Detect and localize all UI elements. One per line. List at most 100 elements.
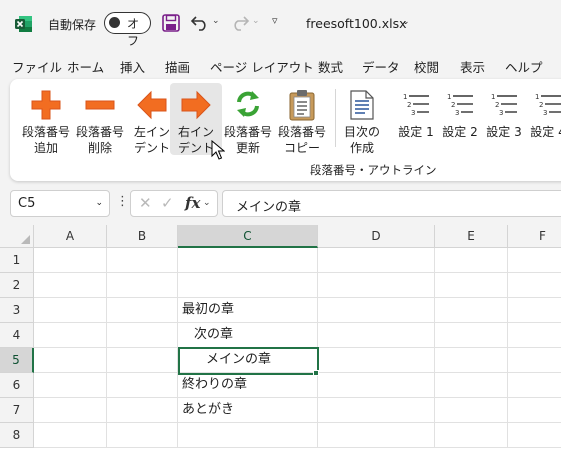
column-header-e[interactable]: E [435, 225, 508, 248]
row-header-4[interactable]: 4 [0, 323, 34, 348]
tab-help[interactable]: ヘルプ [505, 57, 543, 76]
update-paragraph-number-button[interactable]: 段落番号 更新 [222, 83, 274, 155]
grid-cell[interactable] [107, 273, 178, 298]
grid-cell[interactable] [318, 298, 435, 323]
tab-data[interactable]: データ [362, 57, 400, 76]
create-toc-button[interactable]: 目次の 作成 [336, 83, 388, 155]
cell-c3[interactable]: 最初の章 [178, 298, 318, 323]
tab-home[interactable]: ホーム [67, 57, 104, 76]
customize-toolbar-icon[interactable]: ▿ [272, 14, 278, 27]
tab-file[interactable]: ファイル [12, 57, 62, 76]
clipboard-icon [289, 90, 315, 121]
grid-cell[interactable] [318, 423, 435, 448]
grid-cell[interactable] [34, 298, 107, 323]
save-icon[interactable] [162, 14, 180, 32]
grid-cell[interactable] [435, 398, 508, 423]
column-header-b[interactable]: B [107, 225, 178, 248]
name-box[interactable]: C5 ⌄ [10, 190, 110, 217]
grid-cell[interactable] [508, 273, 561, 298]
grid-cell[interactable] [508, 248, 561, 273]
row-header-2[interactable]: 2 [0, 273, 34, 298]
column-header-d[interactable]: D [318, 225, 435, 248]
grid-cell[interactable] [318, 248, 435, 273]
tab-draw[interactable]: 描画 [165, 57, 190, 76]
enter-icon[interactable]: ✓ [161, 194, 174, 212]
insert-function-icon[interactable]: fx [185, 194, 200, 212]
select-all-corner[interactable] [0, 225, 34, 248]
grid-cell[interactable] [178, 248, 318, 273]
grid-cell[interactable] [107, 398, 178, 423]
settings-3-button[interactable]: 1 2 3 設定 3 [482, 83, 526, 155]
grid-cell[interactable] [435, 273, 508, 298]
row-header-8[interactable]: 8 [0, 423, 34, 448]
settings-2-button[interactable]: 1 2 3 設定 2 [438, 83, 482, 155]
settings-1-button[interactable]: 1 2 3 設定 1 [394, 83, 438, 155]
autosave-toggle[interactable]: オフ [104, 12, 151, 48]
add-paragraph-number-button[interactable]: 段落番号 追加 [20, 83, 72, 155]
grid-cell[interactable] [107, 373, 178, 398]
cancel-icon[interactable]: ✕ [139, 194, 152, 212]
copy-paragraph-number-button[interactable]: 段落番号 コピー [276, 83, 328, 155]
grid-cell[interactable] [34, 248, 107, 273]
grid-cell[interactable] [435, 248, 508, 273]
column-header-f[interactable]: F [508, 225, 561, 248]
grid-cell[interactable] [107, 348, 178, 373]
filename-chevron-down-icon[interactable]: ⌄ [402, 17, 410, 27]
grid-cell[interactable] [318, 273, 435, 298]
numbered-list-icon: 1 2 3 [535, 93, 561, 117]
grid-cell[interactable] [34, 273, 107, 298]
filename[interactable]: freesoft100.xlsx [306, 16, 407, 31]
grid-cell[interactable] [34, 398, 107, 423]
grid-cell[interactable] [34, 423, 107, 448]
grid-cell[interactable] [508, 298, 561, 323]
cell-c4[interactable]: 次の章 [178, 323, 318, 348]
grid-cell[interactable] [435, 373, 508, 398]
settings-4-button[interactable]: 1 2 3 設定 4 [526, 83, 561, 155]
grid-cell[interactable] [107, 298, 178, 323]
undo-icon[interactable] [190, 13, 210, 31]
fill-handle[interactable] [313, 370, 319, 376]
tab-formulas[interactable]: 数式 [318, 57, 343, 76]
grid-cell[interactable] [318, 348, 435, 373]
grid-cell[interactable] [508, 323, 561, 348]
grid-cell[interactable] [107, 323, 178, 348]
chevron-down-icon[interactable]: ⌄ [95, 198, 103, 208]
grid-cell[interactable] [107, 248, 178, 273]
chevron-down-icon[interactable]: ⌄ [203, 198, 211, 208]
grid-cell[interactable] [318, 323, 435, 348]
delete-paragraph-number-button[interactable]: 段落番号 削除 [74, 83, 126, 155]
grid-cell[interactable] [435, 348, 508, 373]
tab-page-layout[interactable]: ページ レイアウト [210, 57, 314, 76]
grid-cell[interactable] [178, 423, 318, 448]
grid-cell[interactable] [34, 323, 107, 348]
grid-cell[interactable] [508, 423, 561, 448]
formula-input[interactable]: メインの章 [222, 190, 561, 217]
grid-cell[interactable] [508, 373, 561, 398]
grid-cell[interactable] [435, 298, 508, 323]
grid-cell[interactable] [107, 423, 178, 448]
cell-c7[interactable]: あとがき [178, 398, 318, 423]
grid-cell[interactable] [435, 323, 508, 348]
column-header-c[interactable]: C [178, 225, 318, 248]
grid-cell[interactable] [435, 423, 508, 448]
more-options-icon[interactable]: ⋮ [116, 194, 129, 209]
cell-c6[interactable]: 終わりの章 [178, 373, 318, 398]
tab-insert[interactable]: 挿入 [120, 57, 145, 76]
grid-cell[interactable] [508, 398, 561, 423]
grid-cell[interactable] [318, 398, 435, 423]
row-header-7[interactable]: 7 [0, 398, 34, 423]
row-header-1[interactable]: 1 [0, 248, 34, 273]
tab-view[interactable]: 表示 [460, 57, 485, 76]
row-header-3[interactable]: 3 [0, 298, 34, 323]
grid-cell[interactable] [34, 348, 107, 373]
row-header-6[interactable]: 6 [0, 373, 34, 398]
column-header-a[interactable]: A [34, 225, 107, 248]
grid-cell[interactable] [318, 373, 435, 398]
grid-cell[interactable] [34, 373, 107, 398]
refresh-icon [237, 91, 259, 117]
grid-cell[interactable] [178, 273, 318, 298]
row-header-5[interactable]: 5 [0, 348, 34, 373]
undo-dropdown-icon[interactable]: ⌄ [212, 16, 220, 26]
tab-review[interactable]: 校閲 [414, 57, 439, 76]
grid-cell[interactable] [508, 348, 561, 373]
